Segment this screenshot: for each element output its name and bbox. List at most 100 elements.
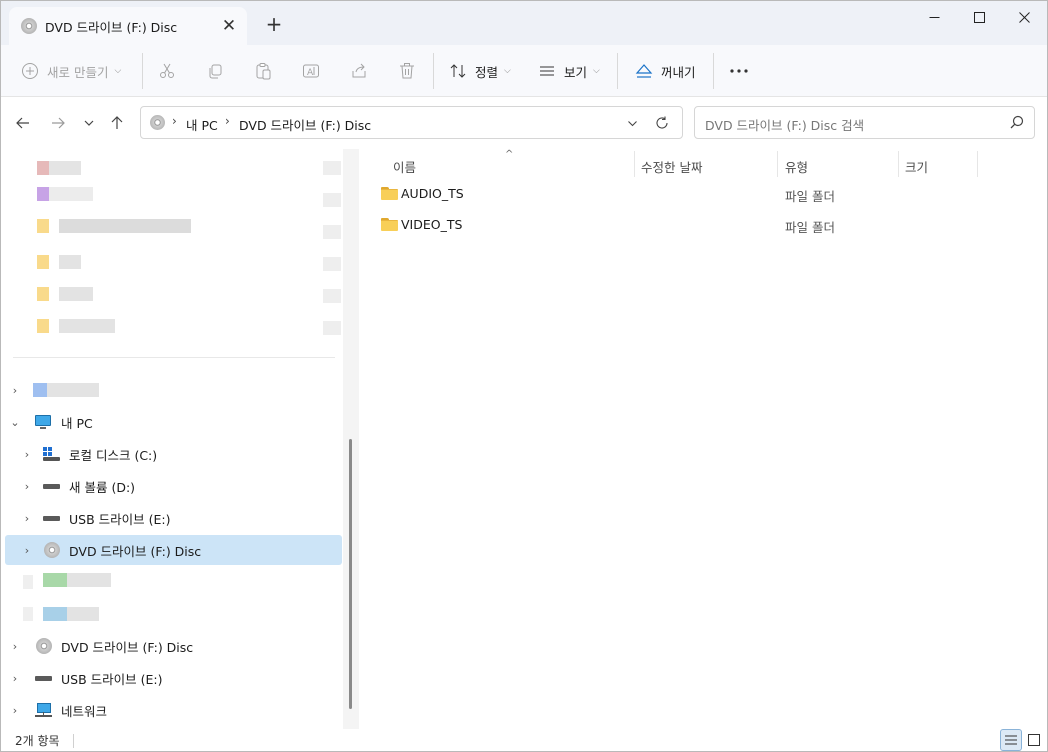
paste-button[interactable]: [254, 57, 272, 85]
folder-icon: [381, 187, 398, 200]
nav-item-dvd-f-selected[interactable]: › DVD 드라이브 (F:) Disc: [5, 535, 342, 565]
tiles-view-button[interactable]: [1023, 729, 1045, 751]
share-button[interactable]: [350, 57, 368, 85]
nav-label: 로컬 디스크 (C:): [69, 447, 158, 463]
eject-label: 꺼내기: [661, 64, 696, 80]
nav-item-usb-e-root[interactable]: › USB 드라이브 (E:): [5, 663, 342, 693]
column-header-size[interactable]: 크기: [905, 153, 928, 179]
sort-label: 정렬: [475, 64, 499, 80]
delete-button[interactable]: [398, 57, 416, 85]
redacted-label: [67, 573, 111, 587]
search-icon[interactable]: [1010, 115, 1024, 129]
back-button[interactable]: [9, 109, 37, 137]
column-header-date[interactable]: 수정한 날짜: [641, 153, 702, 179]
plus-circle-icon: [22, 63, 38, 79]
details-view-button[interactable]: [1000, 729, 1022, 751]
tiles-view-icon: [1028, 734, 1040, 746]
divider: [617, 53, 618, 89]
file-type: 파일 폴더: [785, 189, 835, 204]
column-divider[interactable]: [977, 151, 978, 177]
recent-locations-button[interactable]: [75, 109, 103, 137]
chevron-right-icon: ›: [12, 703, 18, 717]
column-divider[interactable]: [777, 151, 778, 177]
item-count: 2개 항목: [15, 734, 60, 748]
copy-button[interactable]: [206, 57, 224, 85]
address-bar[interactable]: › 내 PC › DVD 드라이브 (F:) Disc: [140, 106, 683, 139]
nav-item-volume-d[interactable]: › 새 볼륨 (D:): [5, 471, 342, 501]
divider: [433, 53, 434, 89]
maximize-button[interactable]: [956, 1, 1002, 33]
breadcrumb-dvd-drive[interactable]: DVD 드라이브 (F:) Disc: [239, 115, 371, 134]
redacted-icon: [23, 607, 33, 621]
column-divider[interactable]: [898, 151, 899, 177]
file-row[interactable]: VIDEO_TS 파일 폴더: [377, 212, 1037, 240]
tab-title: DVD 드라이브 (F:) Disc: [45, 20, 178, 35]
pin-icon: [323, 193, 341, 207]
view-button[interactable]: 보기 ⌵: [538, 57, 600, 85]
navigation-scrollbar[interactable]: [343, 149, 359, 729]
sort-icon: [450, 64, 466, 78]
breadcrumb-this-pc[interactable]: 내 PC: [186, 115, 218, 134]
nav-label: 네트워크: [61, 703, 108, 719]
chevron-down-icon: [627, 120, 637, 126]
redacted-label: [59, 319, 115, 333]
command-bar: 새로 만들기 ⌵ A 정렬 ⌵ 보기 ⌵ 꺼내기: [1, 45, 1047, 97]
pin-icon: [323, 161, 341, 175]
search-box[interactable]: DVD 드라이브 (F:) Disc 검색: [694, 106, 1035, 139]
chevron-right-icon: ›: [24, 447, 30, 461]
rename-button[interactable]: A: [302, 57, 320, 85]
network-icon: [35, 702, 53, 718]
more-options-button[interactable]: [729, 57, 749, 85]
column-divider[interactable]: [634, 151, 635, 177]
nav-label: 새 볼륨 (D:): [69, 479, 136, 495]
chevron-down-icon: ⌵: [593, 66, 600, 76]
redacted-icon: [37, 287, 49, 301]
new-button[interactable]: 새로 만들기 ⌵: [21, 57, 121, 85]
scrollbar-thumb[interactable]: [349, 439, 352, 709]
refresh-button[interactable]: [651, 112, 673, 134]
nav-item-network[interactable]: › 네트워크: [5, 695, 342, 725]
file-name: VIDEO_TS: [401, 217, 463, 232]
column-header-name[interactable]: 이름: [393, 153, 416, 179]
computer-icon: [35, 414, 53, 430]
chevron-down-icon: [84, 120, 94, 126]
address-history-button[interactable]: [621, 112, 643, 134]
file-row[interactable]: AUDIO_TS 파일 폴더: [377, 181, 1037, 209]
disc-icon: [21, 18, 37, 34]
redacted-icon: [37, 255, 49, 269]
close-window-button[interactable]: [1001, 1, 1047, 33]
eject-button[interactable]: 꺼내기: [635, 57, 696, 85]
sort-button[interactable]: 정렬 ⌵: [449, 57, 511, 85]
up-button[interactable]: [103, 109, 131, 137]
column-header-type[interactable]: 유형: [785, 153, 808, 179]
disc-icon: [43, 542, 61, 558]
cut-button[interactable]: [158, 57, 176, 85]
trash-icon: [400, 63, 414, 79]
arrow-up-icon: [111, 116, 123, 129]
arrow-right-icon: [52, 117, 65, 129]
tab-close-icon[interactable]: ✕: [215, 12, 243, 40]
system-drive-icon: [43, 446, 61, 462]
tab-dvd-drive[interactable]: DVD 드라이브 (F:) Disc ✕: [9, 7, 247, 45]
nav-item-local-disk-c[interactable]: › 로컬 디스크 (C:): [5, 439, 342, 469]
redacted-icon: [43, 573, 67, 587]
forward-button[interactable]: [44, 109, 72, 137]
copy-icon: [209, 64, 222, 79]
drive-icon: [43, 478, 61, 494]
minimize-button[interactable]: [911, 1, 957, 33]
new-tab-button[interactable]: +: [260, 10, 288, 38]
view-label: 보기: [564, 64, 588, 80]
rename-icon: A: [303, 64, 319, 78]
nav-item-dvd-f[interactable]: › DVD 드라이브 (F:) Disc: [5, 631, 342, 661]
nav-item-redacted[interactable]: ›: [5, 375, 342, 405]
nav-item-this-pc[interactable]: ⌄ 내 PC: [5, 407, 342, 437]
nav-label: USB 드라이브 (E:): [69, 511, 171, 527]
chevron-down-icon: ⌵: [504, 66, 511, 76]
details-view-icon: [1005, 735, 1017, 745]
pin-icon: [323, 257, 341, 271]
redacted-icon: [43, 607, 67, 621]
search-input[interactable]: DVD 드라이브 (F:) Disc 검색: [705, 115, 864, 134]
nav-item-usb-e[interactable]: › USB 드라이브 (E:): [5, 503, 342, 533]
pin-icon: [323, 289, 341, 303]
more-icon: [730, 69, 748, 73]
